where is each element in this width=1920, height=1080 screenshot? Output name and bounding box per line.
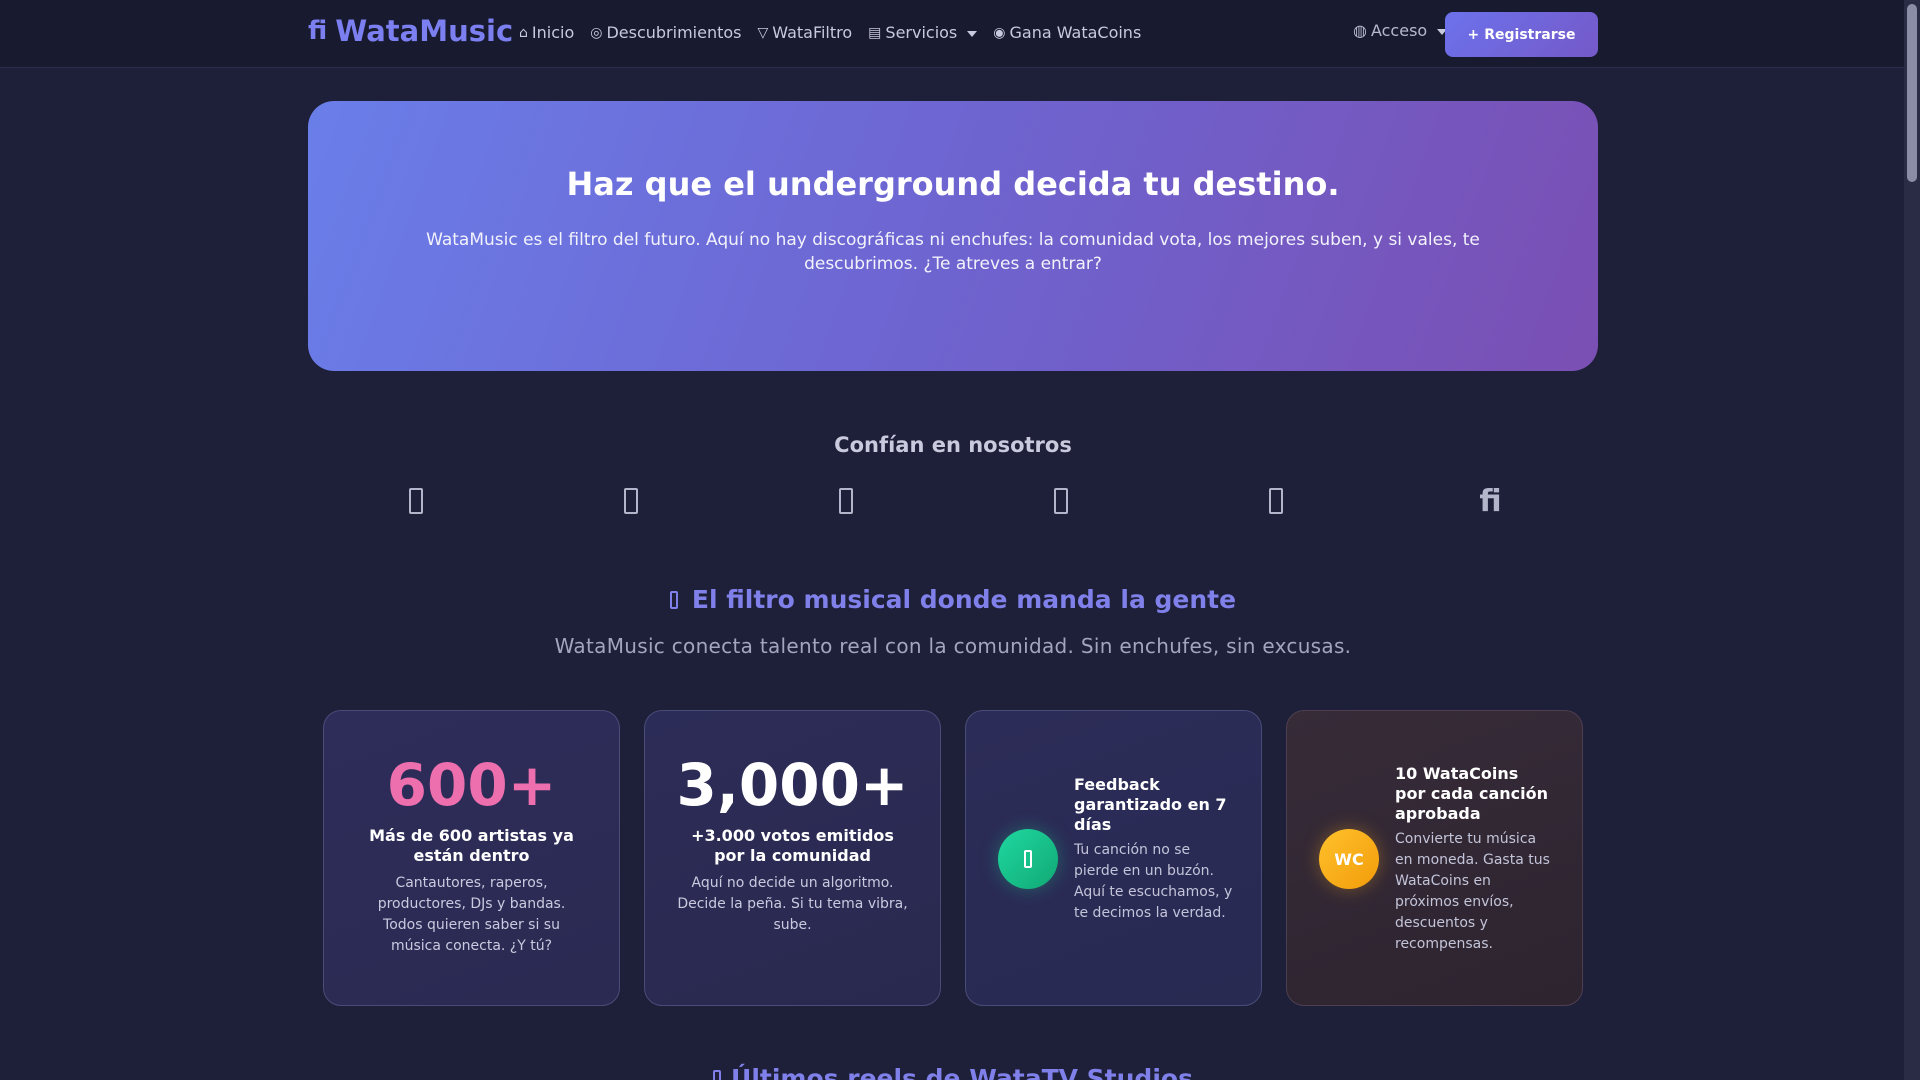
nav-link-label: WataFiltro <box>772 23 853 42</box>
nav-link-label: Inicio <box>531 23 575 42</box>
video-icon <box>713 1069 722 1080</box>
chevron-down-icon <box>967 30 978 37</box>
nav-link-watafiltro[interactable]: ▽ WataFiltro <box>757 23 852 42</box>
partner-logo-icon <box>612 482 650 520</box>
services-icon: ▤ <box>868 24 882 41</box>
trust-title: Confían en nosotros <box>834 433 1072 457</box>
user-plus-icon: + <box>1467 26 1480 43</box>
coin-icon: ◉ <box>993 24 1006 41</box>
nav-link-inicio[interactable]: ⌂ Inicio <box>519 23 574 42</box>
nav-link-gana-watacoins[interactable]: ◉ Gana WataCoins <box>993 23 1141 42</box>
feature-body: 10 WataCoins por cada canción aprobada C… <box>1395 764 1554 955</box>
stat-number: 600+ <box>386 751 557 819</box>
stat-title: Más de 600 artistas ya están dentro <box>369 826 574 865</box>
feature-card-feedback: Feedback garantizado en 7 días Tu canció… <box>965 710 1262 1006</box>
login-label: Acceso <box>1370 21 1428 40</box>
feature-text: Convierte tu música en moneda. Gasta tus… <box>1395 831 1550 952</box>
user-icon: ◍ <box>1353 21 1367 40</box>
music-icon <box>669 590 678 609</box>
stat-card-artists: 600+ Más de 600 artistas ya están dentro… <box>323 710 620 1006</box>
home-icon: ⌂ <box>519 24 528 41</box>
partner-logo-icon <box>1042 482 1080 520</box>
trust-logos: fi <box>308 482 1598 520</box>
register-label: Registrarse <box>1484 26 1576 43</box>
partner-logo-icon <box>397 482 435 520</box>
navbar: fi WataMusic ⌂ Inicio ◎ Descubrimientos … <box>0 0 1904 68</box>
partner-logo-icon <box>827 482 865 520</box>
partner-logo-icon <box>1257 482 1295 520</box>
nav-link-label: Gana WataCoins <box>1009 23 1142 42</box>
brand-icon: fi <box>308 16 328 46</box>
register-button[interactable]: + Registrarse <box>1445 12 1598 57</box>
partner-logo-fi: fi <box>1479 483 1502 519</box>
nav-link-label: Servicios <box>885 23 958 42</box>
hero-title: Haz que el underground decida tu destino… <box>566 165 1340 203</box>
stat-text: Cantautores, raperos, productores, DJs y… <box>377 875 566 954</box>
nav-link-descubrimientos[interactable]: ◎ Descubrimientos <box>590 23 741 42</box>
section-title: El filtro musical donde manda la gente <box>308 585 1598 614</box>
stat-number: 3,000+ <box>676 751 909 819</box>
hero-text: WataMusic es el filtro del futuro. Aquí … <box>426 230 1480 274</box>
login-dropdown[interactable]: ◍ Acceso <box>1353 21 1448 40</box>
feature-title: 10 WataCoins por cada canción aprobada <box>1395 764 1549 823</box>
clock-icon <box>998 829 1058 889</box>
stat-card-votes: 3,000+ +3.000 votos emitidos por la comu… <box>644 710 941 1006</box>
nav-links: ⌂ Inicio ◎ Descubrimientos ▽ WataFiltro … <box>519 23 1141 42</box>
scrollbar[interactable] <box>1904 0 1920 1080</box>
section-subtitle: WataMusic conecta talento real con la co… <box>554 634 1352 658</box>
feature-text: Tu canción no se pierde en un buzón. Aqu… <box>1074 842 1233 921</box>
section-title-text: El filtro musical donde manda la gente <box>691 585 1237 614</box>
brand-name: WataMusic <box>335 14 514 48</box>
hero-banner: Haz que el underground decida tu destino… <box>308 101 1598 371</box>
filter-icon: ▽ <box>757 24 769 41</box>
reels-title-text: Últimos reels de WataTV Studios <box>731 1064 1193 1080</box>
nav-dropdown-servicios[interactable]: ▤ Servicios <box>868 23 978 42</box>
brand-logo[interactable]: fi WataMusic <box>308 14 513 48</box>
watacoin-icon: WC <box>1319 829 1379 889</box>
nav-link-label: Descubrimientos <box>606 23 742 42</box>
stat-text: Aquí no decide un algoritmo. Decide la p… <box>677 875 908 933</box>
scrollbar-thumb[interactable] <box>1907 4 1917 182</box>
feature-title: Feedback garantizado en 7 días <box>1074 775 1227 834</box>
compass-icon: ◎ <box>590 24 603 41</box>
feature-card-watacoins: WC 10 WataCoins por cada canción aprobad… <box>1286 710 1583 1006</box>
feature-body: Feedback garantizado en 7 días Tu canció… <box>1074 775 1233 924</box>
reels-section-title: Últimos reels de WataTV Studios <box>308 1064 1598 1080</box>
stat-title: +3.000 votos emitidos por la comunidad <box>691 826 894 865</box>
